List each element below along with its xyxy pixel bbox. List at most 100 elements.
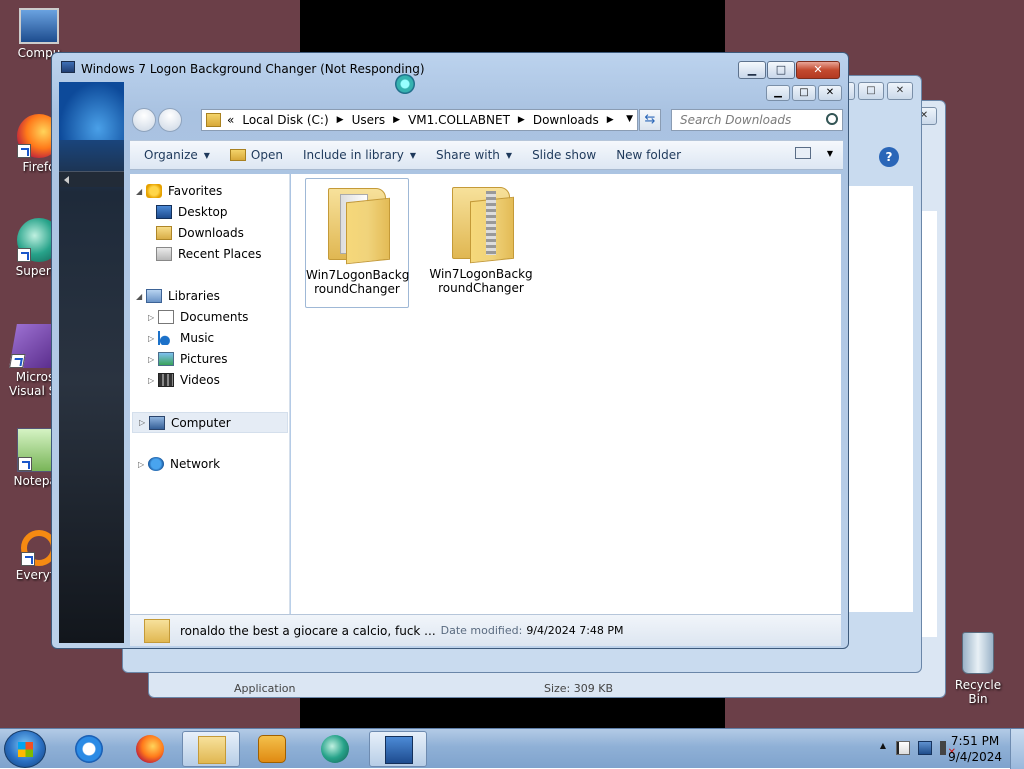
maximize-icon[interactable]: □	[858, 82, 884, 100]
slide-show-button[interactable]: Slide show	[532, 148, 596, 162]
file-name-line2: roundChanger	[314, 282, 400, 296]
folder-icon	[206, 113, 221, 127]
nav-favorites[interactable]: ◢ Favorites	[136, 184, 222, 198]
title-bar[interactable]: Windows 7 Logon Background Changer (Not …	[52, 53, 848, 83]
nav-label: Videos	[180, 373, 220, 387]
downloads-icon	[156, 226, 172, 240]
close-icon[interactable]: ✕	[887, 82, 913, 100]
nav-music[interactable]: ▷ Music	[148, 331, 214, 345]
navigation-pane: ◢ Favorites Desktop Downloads Recent Plac…	[130, 174, 290, 614]
show-hidden-icons-icon[interactable]: ▲	[878, 741, 888, 755]
nav-videos[interactable]: ▷ Videos	[148, 373, 220, 387]
expand-arrow-icon[interactable]: ▷	[148, 334, 158, 343]
minimize-button[interactable]: ▁	[738, 61, 766, 79]
breadcrumb-downloads[interactable]: Downloads	[533, 113, 599, 127]
file-name-line2: roundChanger	[438, 281, 524, 295]
taskbar-background-changer[interactable]	[369, 731, 427, 767]
breadcrumb-overflow[interactable]: «	[227, 113, 234, 127]
action-center-flag-icon[interactable]	[896, 741, 910, 755]
organize-label: Organize	[144, 148, 198, 162]
close-icon[interactable]: ✕	[818, 85, 842, 101]
close-button[interactable]: ✕	[796, 61, 840, 79]
taskbar-firefox[interactable]	[121, 731, 179, 767]
share-with-button[interactable]: Share with ▼	[436, 148, 512, 162]
search-icon[interactable]	[826, 113, 838, 125]
preview-scroll-left[interactable]	[59, 171, 124, 187]
show-desktop-button[interactable]	[1010, 729, 1024, 769]
shortcut-arrow-icon	[17, 248, 31, 262]
nav-label: Desktop	[178, 205, 228, 219]
expand-arrow-icon[interactable]: ▷	[139, 418, 149, 427]
open-button[interactable]: Open	[229, 148, 283, 162]
chevron-down-icon: ▼	[203, 150, 210, 160]
file-item-folder[interactable]: Win7LogonBackg roundChanger	[305, 178, 409, 308]
change-view-icon[interactable]	[794, 147, 811, 159]
help-icon[interactable]: ?	[879, 147, 899, 167]
breadcrumb-chevron-icon[interactable]: ▶	[393, 115, 400, 125]
breadcrumb-local-disk[interactable]: Local Disk (C:)	[242, 113, 328, 127]
expand-arrow-icon[interactable]: ▷	[148, 313, 158, 322]
selected-item-name: ronaldo the best a giocare a calcio, fuc…	[180, 623, 436, 638]
details-pane: ronaldo the best a giocare a calcio, fuc…	[130, 614, 841, 646]
taskbar-media-player[interactable]	[243, 731, 301, 767]
organize-button[interactable]: Organize ▼	[144, 148, 210, 162]
breadcrumb-user[interactable]: VM1.COLLABNET	[408, 113, 510, 127]
expand-arrow-icon[interactable]: ◢	[136, 292, 146, 301]
network-icon[interactable]	[918, 741, 932, 755]
libraries-icon	[146, 289, 162, 303]
expand-arrow-icon[interactable]: ▷	[138, 460, 148, 469]
maximize-button[interactable]: □	[767, 61, 795, 79]
shortcut-arrow-icon	[17, 144, 31, 158]
address-bar[interactable]: « Local Disk (C:) ▶ Users ▶ VM1.COLLABNE…	[201, 109, 638, 131]
file-list: Win7LogonBackg roundChanger Win7LogonBac…	[291, 174, 841, 614]
nav-desktop[interactable]: Desktop	[156, 205, 228, 219]
nav-label: Documents	[180, 310, 249, 324]
nav-libraries[interactable]: ◢ Libraries	[136, 289, 220, 303]
expand-arrow-icon[interactable]: ▷	[148, 355, 158, 364]
breadcrumb-users[interactable]: Users	[352, 113, 386, 127]
search-input[interactable]: Search Downloads	[671, 109, 843, 131]
back-button[interactable]	[132, 108, 156, 132]
taskbar-explorer[interactable]	[182, 731, 240, 767]
folder-icon	[198, 736, 226, 764]
shortcut-arrow-icon	[21, 552, 35, 566]
desktop-icon-recycle-bin[interactable]: Recycle Bin	[945, 632, 1011, 706]
nav-label: Libraries	[168, 289, 220, 303]
file-item-zip[interactable]: Win7LogonBackg roundChanger	[429, 178, 533, 308]
new-folder-button[interactable]: New folder	[616, 148, 681, 162]
internet-explorer-icon	[75, 735, 103, 763]
documents-icon	[158, 310, 174, 324]
chevron-down-icon[interactable]: ▼	[626, 114, 633, 124]
main-window[interactable]: Windows 7 Logon Background Changer (Not …	[51, 52, 849, 649]
taskbar-supermium[interactable]	[306, 731, 364, 767]
breadcrumb-chevron-icon[interactable]: ▶	[607, 115, 614, 125]
folder-icon	[144, 618, 170, 643]
breadcrumb-chevron-icon[interactable]: ▶	[518, 115, 525, 125]
taskbar-internet-explorer[interactable]	[60, 731, 118, 767]
slideshow-label: Slide show	[532, 148, 597, 162]
start-button[interactable]	[4, 730, 46, 768]
chevron-down-icon[interactable]: ▼	[827, 149, 833, 158]
minimize-icon[interactable]: ▁	[766, 85, 790, 101]
nav-network[interactable]: ▷ Network	[138, 457, 220, 471]
nav-computer[interactable]: ▷ Computer	[132, 412, 288, 433]
refresh-button[interactable]: ⇆	[639, 109, 661, 131]
forward-button[interactable]	[158, 108, 182, 132]
pictures-icon	[158, 352, 174, 366]
nav-pictures[interactable]: ▷ Pictures	[148, 352, 228, 366]
nav-documents[interactable]: ▷ Documents	[148, 310, 248, 324]
shortcut-arrow-icon	[18, 457, 32, 471]
desktop: Compu Firefo Superm Micros Visual St Not…	[0, 0, 1024, 728]
expand-arrow-icon[interactable]: ▷	[148, 376, 158, 385]
clock[interactable]: 7:51 PM 9/4/2024	[948, 733, 1002, 765]
file-name-line1: Win7LogonBackg	[429, 267, 533, 281]
breadcrumb-chevron-icon[interactable]: ▶	[337, 115, 344, 125]
app-icon	[61, 61, 75, 73]
include-in-library-button[interactable]: Include in library ▼	[303, 148, 416, 162]
nav-downloads[interactable]: Downloads	[156, 226, 244, 240]
recent-places-icon	[156, 247, 172, 261]
expand-arrow-icon[interactable]: ◢	[136, 187, 146, 196]
nav-recent-places[interactable]: Recent Places	[156, 247, 261, 261]
navigation-row: « Local Disk (C:) ▶ Users ▶ VM1.COLLABNE…	[124, 108, 845, 134]
maximize-icon[interactable]: □	[792, 85, 816, 101]
